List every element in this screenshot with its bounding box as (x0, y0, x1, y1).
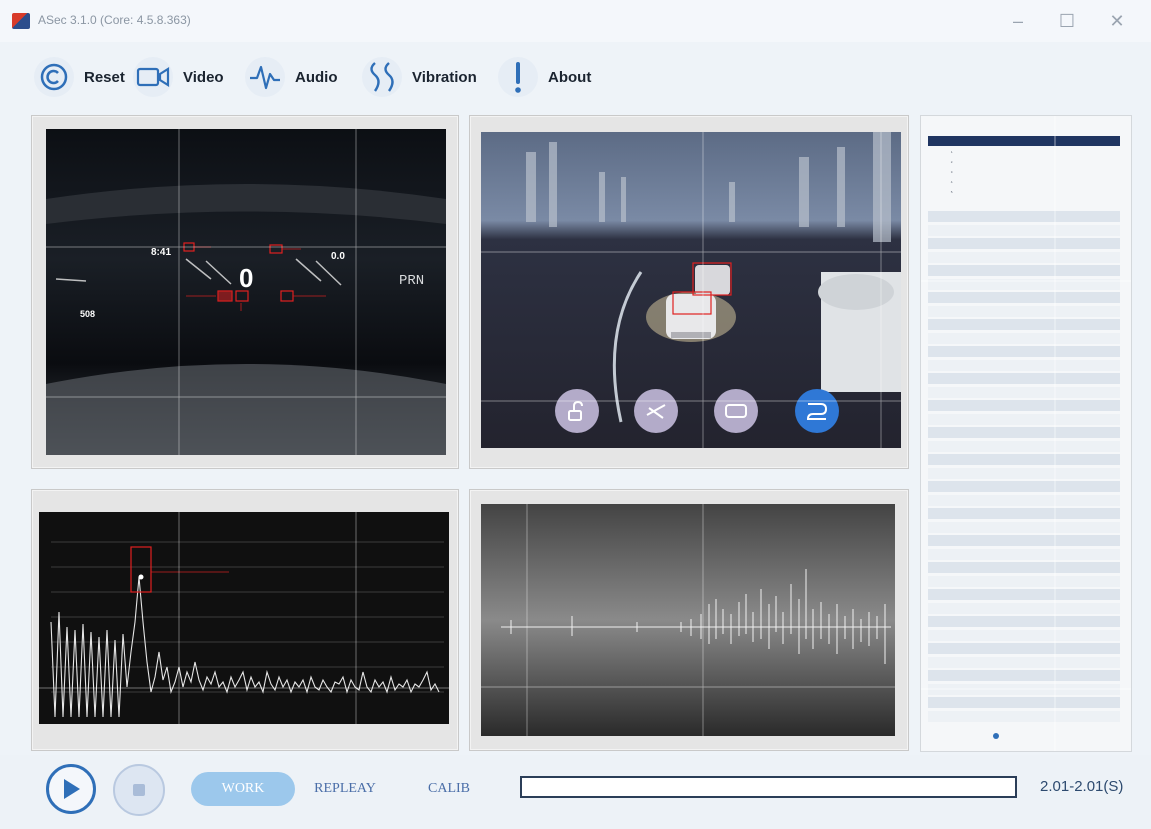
waveform-plot[interactable] (481, 504, 895, 736)
copyright-icon (34, 57, 74, 97)
play-button[interactable] (46, 764, 96, 814)
stop-icon (133, 784, 145, 796)
vibration-button[interactable]: Vibration (362, 45, 477, 109)
cluster-clock: 8:41 (151, 247, 171, 258)
audio-button[interactable]: Audio (245, 45, 338, 109)
audio-label: Audio (295, 68, 338, 86)
play-icon (64, 779, 80, 799)
cluster-speed: 0 (239, 263, 253, 293)
work-mode-button[interactable]: WORK (191, 772, 295, 806)
video-camera-icon (133, 57, 173, 97)
adas-view-panel (469, 115, 909, 469)
app-logo-icon (12, 13, 30, 29)
app-window: ASec 3.1.0 (Core: 4.5.8.363) – ☐ ✕ Reset… (0, 0, 1151, 829)
spectrum-plot[interactable] (39, 512, 449, 724)
cluster-gear: PRN (399, 273, 424, 289)
about-button[interactable]: About (498, 45, 591, 109)
calib-mode-button[interactable]: CALIB (420, 772, 478, 806)
auto-park-icon[interactable] (795, 389, 839, 433)
page-indicator[interactable] (993, 733, 999, 739)
video-label: Video (183, 68, 224, 86)
minimize-button[interactable]: – (1003, 8, 1033, 34)
window-title: ASec 3.1.0 (Core: 4.5.8.363) (38, 13, 191, 27)
cluster-odometer: 508 (80, 309, 95, 319)
replay-mode-button[interactable]: REPLEAY (305, 772, 385, 806)
playback-progress-bar[interactable] (520, 776, 1017, 798)
about-label: About (548, 68, 592, 86)
close-button[interactable]: ✕ (1102, 8, 1132, 34)
maximize-button[interactable]: ☐ (1052, 8, 1082, 34)
title-bar: ASec 3.1.0 (Core: 4.5.8.363) – ☐ ✕ (0, 0, 1151, 42)
adas-view-frame[interactable] (481, 132, 901, 448)
stop-button[interactable] (113, 764, 165, 816)
spectrum-panel (31, 489, 459, 751)
toolbar: Reset Video Audio Vibration About (0, 45, 1151, 109)
reset-button[interactable]: Reset (34, 45, 125, 109)
audio-wave-icon (245, 57, 285, 97)
reset-label: Reset (84, 68, 125, 86)
exclamation-icon (498, 57, 538, 97)
dashboard-video-frame[interactable]: 8:41 0.0 0 PRN 508 (46, 129, 446, 455)
camera-view-icon[interactable] (714, 389, 758, 433)
result-table[interactable]: 1. 2. 3. 4. 5. (920, 115, 1132, 752)
waveform-panel (469, 489, 909, 751)
vibration-label: Vibration (412, 68, 477, 86)
video-button[interactable]: Video (133, 45, 224, 109)
cluster-range: 0.0 (331, 251, 345, 262)
dashboard-video-panel: 8:41 0.0 0 PRN 508 (31, 115, 459, 469)
grid-overlay (921, 116, 1131, 751)
time-readout: 2.01-2.01(S) (1040, 778, 1124, 795)
vibration-icon (362, 57, 402, 97)
